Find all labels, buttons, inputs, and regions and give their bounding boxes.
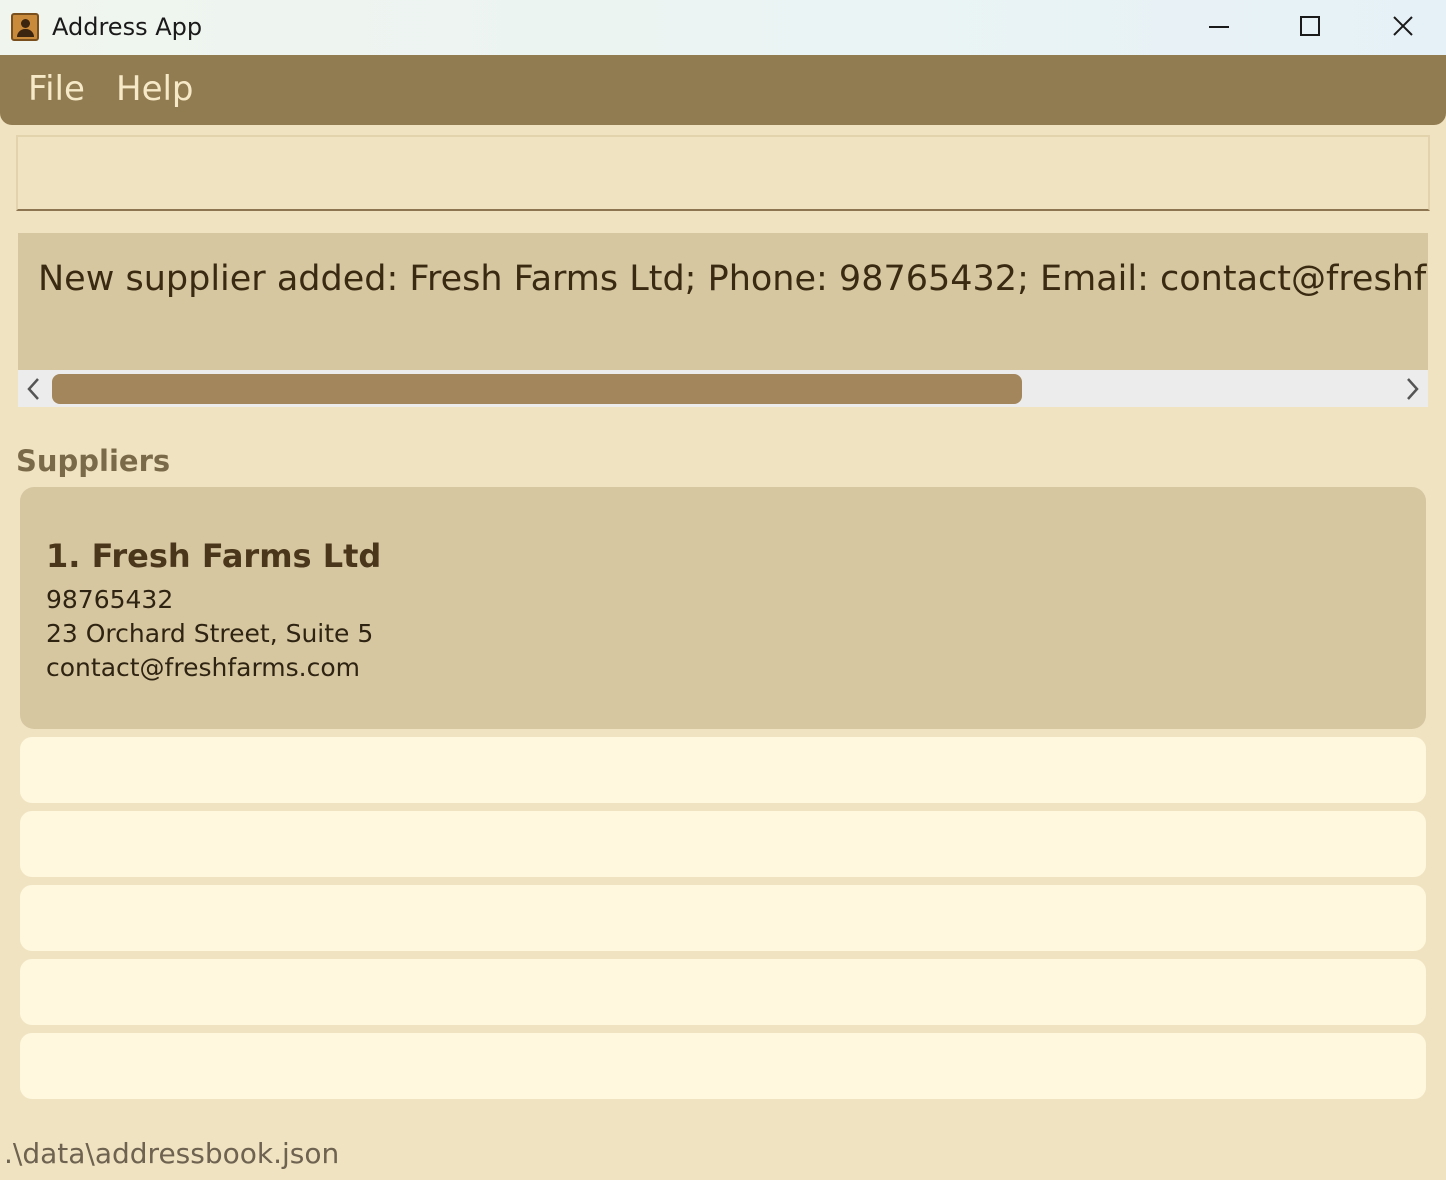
empty-list-row[interactable] (20, 811, 1426, 877)
menu-file[interactable]: File (28, 69, 85, 109)
empty-list-row[interactable] (20, 737, 1426, 803)
close-button[interactable] (1385, 10, 1421, 44)
result-display: New supplier added: Fresh Farms Ltd; Pho… (18, 233, 1428, 407)
chevron-right-icon (1407, 378, 1419, 400)
supplier-list: 1. Fresh Farms Ltd 98765432 23 Orchard S… (20, 487, 1426, 1099)
supplier-name: 1. Fresh Farms Ltd (46, 537, 382, 575)
minimize-button[interactable] (1201, 10, 1237, 44)
supplier-email: contact@freshfarms.com (46, 653, 361, 682)
address-book-icon (11, 13, 39, 41)
chevron-left-icon (27, 378, 39, 400)
maximize-icon (1300, 16, 1320, 36)
window-title: Address App (52, 13, 203, 41)
status-bar-file-path: .\data\addressbook.json (4, 1137, 340, 1170)
supplier-phone: 98765432 (46, 585, 174, 614)
menu-bar: File Help (0, 55, 1446, 125)
scroll-right-button[interactable] (1401, 376, 1423, 402)
supplier-address: 23 Orchard Street, Suite 5 (46, 619, 374, 648)
suppliers-heading: Suppliers (16, 444, 171, 478)
empty-list-row[interactable] (20, 885, 1426, 951)
command-box (16, 135, 1430, 211)
empty-list-row[interactable] (20, 959, 1426, 1025)
supplier-card[interactable]: 1. Fresh Farms Ltd 98765432 23 Orchard S… (20, 487, 1426, 729)
scroll-left-button[interactable] (23, 376, 45, 402)
command-input[interactable] (18, 137, 1428, 209)
empty-list-row[interactable] (20, 1033, 1426, 1099)
scroll-thumb[interactable] (52, 374, 1022, 404)
maximize-button[interactable] (1292, 10, 1328, 44)
horizontal-scrollbar[interactable] (18, 370, 1428, 407)
result-message: New supplier added: Fresh Farms Ltd; Pho… (38, 259, 1428, 299)
close-icon (1393, 16, 1413, 36)
title-bar: Address App (0, 0, 1446, 55)
menu-help[interactable]: Help (116, 69, 194, 109)
minimize-icon (1209, 26, 1229, 28)
